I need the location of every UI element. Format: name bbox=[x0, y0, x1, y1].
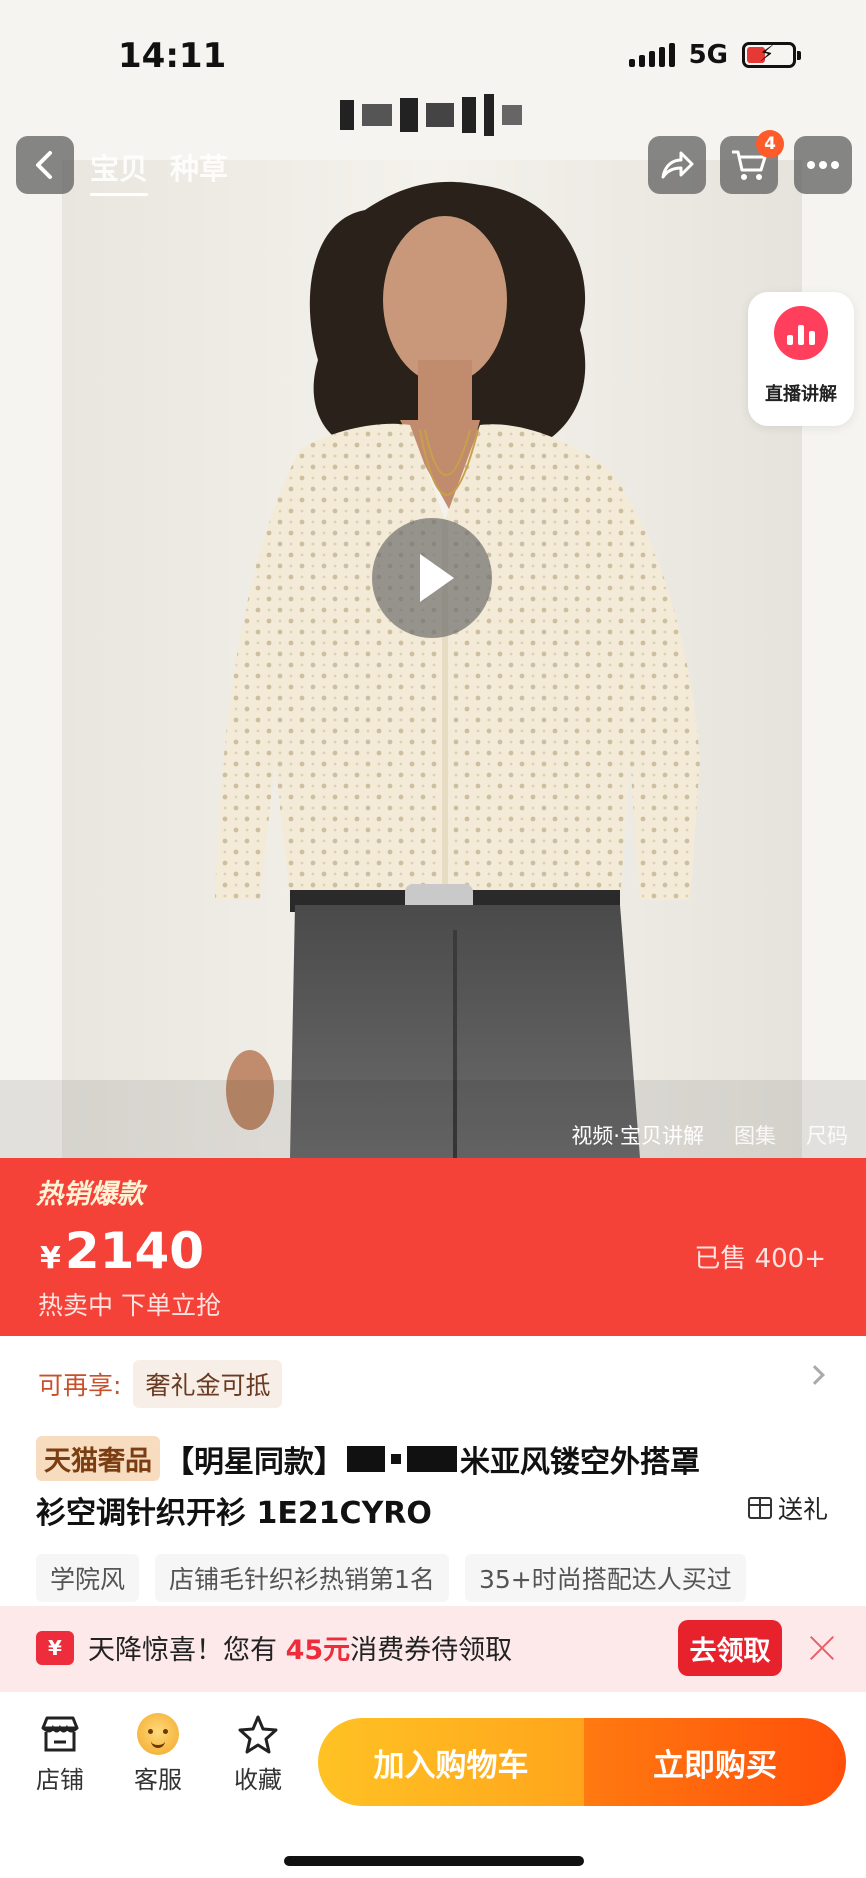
status-indicators: 5G ⚡ bbox=[628, 40, 801, 70]
favorite-label: 收藏 bbox=[234, 1766, 282, 1794]
more-icon bbox=[807, 161, 839, 169]
share-button[interactable] bbox=[648, 136, 706, 194]
tag-item[interactable]: 35+时尚搭配达人买过 bbox=[464, 1554, 746, 1602]
tag-item[interactable]: 店铺毛针织衫热销第1名 bbox=[155, 1554, 449, 1602]
gift-icon bbox=[747, 1497, 772, 1519]
title-suffix: 米亚风镂空外搭罩 bbox=[460, 1444, 700, 1480]
buy-now-button[interactable]: 立即购买 bbox=[584, 1718, 846, 1806]
network-type: 5G bbox=[688, 40, 728, 70]
redacted-text bbox=[391, 1453, 401, 1464]
coupon-text: 天降惊喜！您有 45元消费券待领取 bbox=[88, 1628, 512, 1667]
gift-button[interactable]: 送礼 bbox=[747, 1490, 828, 1526]
store-icon bbox=[41, 1716, 79, 1752]
price-value: 2140 bbox=[64, 1222, 205, 1280]
coupon-bar: ¥ 天降惊喜！您有 45元消费券待领取 去领取 bbox=[0, 1606, 866, 1692]
claim-coupon-button[interactable]: 去领取 bbox=[678, 1620, 782, 1676]
media-tab-gallery[interactable]: 图集 bbox=[734, 1120, 776, 1150]
coupon-text-after: 消费券待领取 bbox=[350, 1635, 513, 1666]
back-button[interactable] bbox=[16, 136, 74, 194]
live-icon bbox=[774, 306, 828, 360]
store-button[interactable]: 店铺 bbox=[20, 1712, 100, 1795]
media-tab-size[interactable]: 尺码 bbox=[806, 1120, 848, 1150]
perk-label: 可再享: bbox=[38, 1371, 122, 1400]
redacted-text bbox=[407, 1445, 457, 1472]
media-tabs: 视频·宝贝讲解 图集 尺码 bbox=[571, 1120, 848, 1150]
signal-icon bbox=[628, 43, 675, 67]
service-icon bbox=[137, 1713, 179, 1755]
sold-count: 已售 400+ bbox=[694, 1244, 826, 1274]
currency-symbol: ¥ bbox=[40, 1241, 61, 1276]
price: ¥ 2140 bbox=[40, 1222, 204, 1280]
perk-chip: 奢礼金可抵 bbox=[133, 1360, 283, 1408]
redacted-text bbox=[347, 1445, 385, 1472]
media-tab-video[interactable]: 视频·宝贝讲解 bbox=[571, 1120, 704, 1150]
gift-label: 送礼 bbox=[777, 1495, 828, 1524]
live-explain-card[interactable]: 直播讲解 bbox=[748, 292, 854, 426]
product-tags: 学院风 店铺毛针织衫热销第1名 35+时尚搭配达人买过 bbox=[36, 1554, 746, 1602]
service-button[interactable]: 客服 bbox=[118, 1712, 198, 1795]
sale-note: 热卖中 下单立抢 bbox=[38, 1291, 221, 1320]
perk-row[interactable]: 可再享: 奢礼金可抵 bbox=[38, 1360, 283, 1408]
tab-product[interactable]: 宝贝 bbox=[90, 146, 149, 196]
star-icon bbox=[238, 1715, 278, 1754]
product-info: 可再享: 奢礼金可抵 天猫奢品 【明星同款】 米亚风镂空外搭罩 衫空调针织开衫 … bbox=[0, 1336, 866, 1606]
service-label: 客服 bbox=[134, 1766, 182, 1794]
chevron-right-icon[interactable] bbox=[805, 1365, 825, 1385]
play-video-button[interactable] bbox=[372, 518, 492, 638]
back-icon bbox=[36, 151, 52, 179]
brand-tag: 天猫奢品 bbox=[36, 1436, 160, 1481]
tag-item[interactable]: 学院风 bbox=[36, 1554, 140, 1602]
battery-icon: ⚡ bbox=[742, 42, 801, 68]
hot-sale-tag: 热销爆款 bbox=[36, 1179, 144, 1210]
cart-button[interactable]: 4 bbox=[720, 130, 784, 194]
product-title-line2: 衫空调针织开衫 1E21CYRO bbox=[36, 1496, 432, 1531]
add-to-cart-button[interactable]: 加入购物车 bbox=[318, 1718, 584, 1806]
tab-seeding[interactable]: 种草 bbox=[170, 146, 228, 188]
coupon-amount: 45元 bbox=[285, 1635, 351, 1666]
home-indicator bbox=[284, 1856, 584, 1866]
favorite-button[interactable]: 收藏 bbox=[218, 1712, 298, 1795]
coupon-text-before: 天降惊喜！您有 bbox=[88, 1635, 286, 1666]
live-explain-label: 直播讲解 bbox=[765, 384, 837, 405]
cart-count-badge: 4 bbox=[756, 130, 784, 158]
shop-logo bbox=[340, 80, 540, 150]
product-title-line1: 天猫奢品 【明星同款】 米亚风镂空外搭罩 bbox=[36, 1436, 700, 1481]
price-banner: 热销爆款 ¥ 2140 已售 400+ 热卖中 下单立抢 bbox=[0, 1158, 866, 1336]
product-media[interactable]: 14:11 5G ⚡ 宝贝 种草 4 直播讲解 视频·宝贝讲解 图集 尺码 bbox=[0, 0, 866, 1158]
bottom-action-bar: 店铺 客服 收藏 加入购物车 立即购买 bbox=[0, 1692, 866, 1878]
close-icon[interactable] bbox=[808, 1634, 836, 1662]
store-label: 店铺 bbox=[36, 1766, 84, 1794]
status-time: 14:11 bbox=[118, 36, 227, 76]
title-prefix: 【明星同款】 bbox=[164, 1444, 344, 1480]
coupon-icon: ¥ bbox=[36, 1631, 74, 1665]
more-button[interactable] bbox=[794, 136, 852, 194]
share-icon bbox=[661, 151, 694, 179]
